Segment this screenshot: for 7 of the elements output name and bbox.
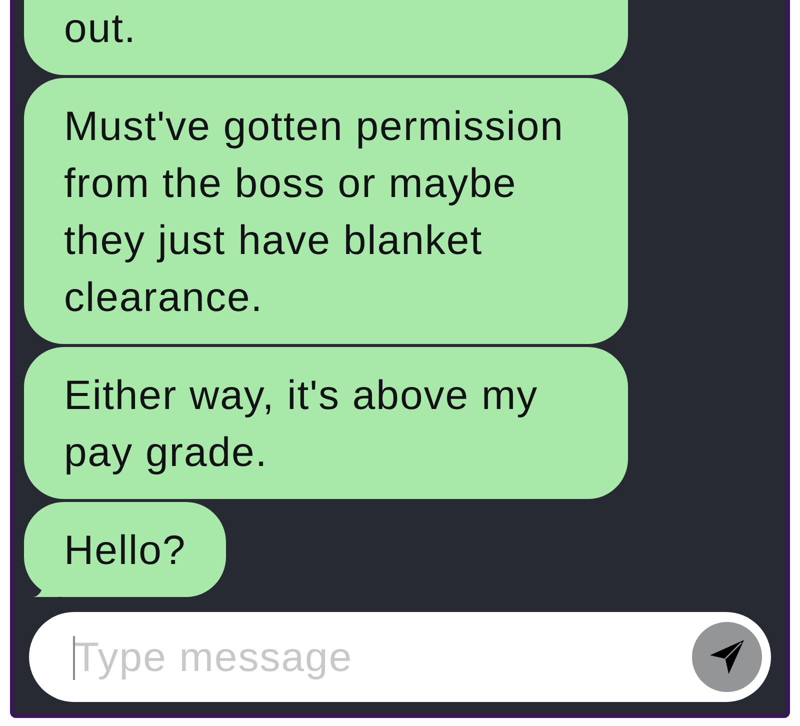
message-bubble: Either way, it's above my pay grade. xyxy=(24,347,628,499)
message-bubble: out. xyxy=(24,0,628,75)
text-cursor xyxy=(73,636,75,680)
bubble-tail xyxy=(33,589,59,597)
message-bubble: Must've gotten permission from the boss or maybe they just have blanket clearance. xyxy=(24,78,628,344)
send-icon xyxy=(710,640,744,674)
message-bubble: Hello? xyxy=(24,502,226,597)
